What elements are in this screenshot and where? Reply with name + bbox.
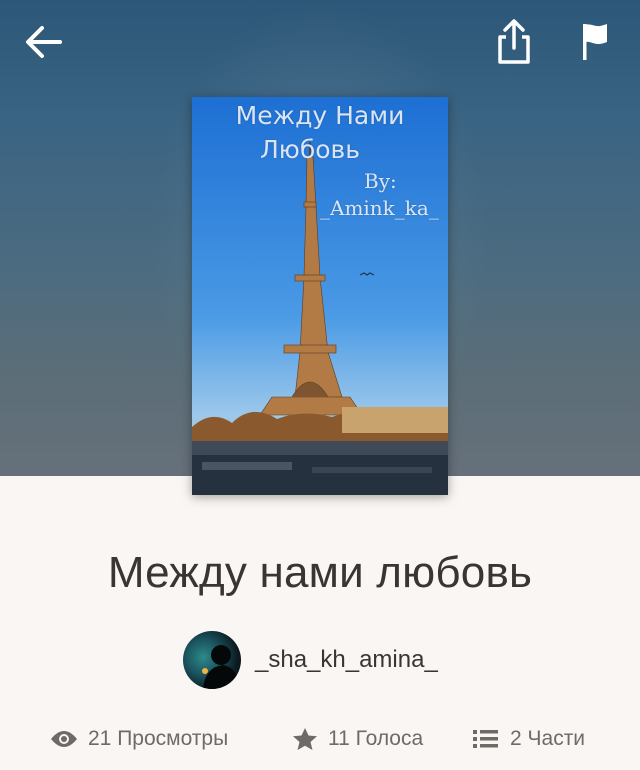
votes-count: 11 Голоса	[328, 727, 424, 750]
story-cover[interactable]: Между Нами Любовь By: _Amink_ka_	[192, 97, 448, 495]
votes-stat: 11 Голоса	[292, 722, 423, 756]
story-stats: 21 Просмотры 11 Голоса 2 Части	[0, 722, 640, 756]
cover-title-line2: Любовь	[259, 135, 361, 164]
cover-title-line1: Между Нами	[235, 101, 405, 130]
eye-icon	[51, 731, 77, 747]
author-link[interactable]: _sha_kh_amina_	[183, 630, 438, 690]
list-icon	[473, 730, 498, 748]
cover-by-label: By:	[364, 169, 397, 193]
back-button[interactable]	[20, 18, 68, 66]
share-icon	[498, 19, 530, 64]
author-avatar	[183, 631, 241, 689]
star-icon	[293, 728, 317, 750]
story-title: Между нами любовь	[107, 548, 533, 597]
flag-icon	[583, 24, 607, 60]
arrow-left-icon	[26, 26, 62, 58]
cover-byline: _Amink_ka_	[320, 196, 439, 220]
views-count: 21 Просмотры	[88, 727, 229, 750]
report-button[interactable]	[570, 18, 618, 66]
parts-stat: 2 Части	[472, 722, 585, 756]
share-button[interactable]	[490, 18, 538, 66]
views-stat: 21 Просмотры	[50, 722, 228, 756]
parts-count: 2 Части	[510, 727, 586, 750]
author-name: _sha_kh_amina_	[255, 646, 438, 673]
